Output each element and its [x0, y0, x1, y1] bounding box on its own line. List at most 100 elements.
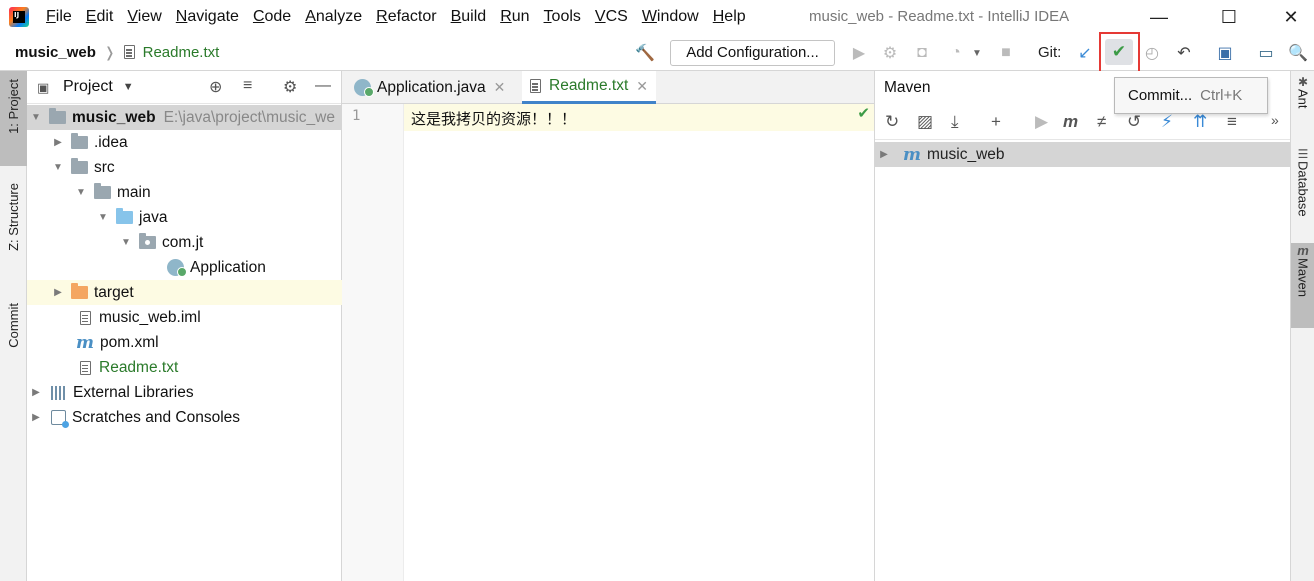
update-project-icon[interactable]: ↙ [1075, 41, 1095, 65]
run-dropdown-chevron-icon[interactable]: ▼ [970, 41, 984, 65]
checkmark-icon: ✔ [1111, 42, 1127, 61]
menu-file[interactable]: File [39, 0, 79, 34]
close-tab-icon[interactable]: ✕ [494, 79, 506, 96]
menu-help[interactable]: Help [706, 0, 753, 34]
code-line[interactable]: 这是我拷贝的资源！！！ [411, 108, 576, 129]
coverage-icon[interactable]: ◘ [912, 41, 932, 65]
project-panel-title[interactable]: Project [63, 78, 113, 96]
commit-tool-tab[interactable]: Commit [0, 303, 27, 378]
menu-vcs[interactable]: VCS [588, 0, 635, 34]
collapsed-arrow-icon: ▶ [54, 287, 62, 298]
menu-analyze[interactable]: Analyze [298, 0, 369, 34]
expanded-arrow-icon: ▼ [98, 212, 108, 223]
history-clock-icon[interactable]: ◴ [1142, 41, 1162, 65]
more-chevrons-icon[interactable]: » [1271, 112, 1279, 128]
tab-application-java[interactable]: Application.java ✕ [346, 71, 513, 104]
project-structure-icon[interactable]: ▣ [1214, 41, 1236, 65]
run-icon[interactable]: ▶ [850, 41, 868, 65]
tree-item-target[interactable]: ▶ target [27, 280, 342, 305]
tooltip-label: Commit... [1128, 87, 1193, 104]
menu-code[interactable]: Code [246, 0, 298, 34]
skip-tests-icon[interactable]: ↺ [1127, 112, 1141, 132]
menu-run[interactable]: Run [493, 0, 536, 34]
breadcrumb-project[interactable]: music_web [15, 44, 96, 61]
hide-panel-icon[interactable]: — [315, 77, 331, 95]
collapse-all-icon[interactable]: ≡ [243, 77, 252, 95]
tree-item-music-web[interactable]: ▼ music_web E:\java\project\music_we [27, 105, 342, 130]
show-dependencies-icon[interactable]: ⇈ [1193, 112, 1207, 132]
tree-item-application[interactable]: Application [27, 255, 342, 280]
close-window-button[interactable]: ✕ [1268, 0, 1314, 34]
tree-item-src[interactable]: ▼ src [27, 155, 342, 180]
breadcrumb-file[interactable]: Readme.txt [123, 44, 219, 61]
tree-item-external-libraries[interactable]: ▶ External Libraries [27, 380, 342, 405]
menu-tools[interactable]: Tools [537, 0, 588, 34]
scratches-icon [51, 410, 69, 428]
add-plus-icon[interactable]: + [991, 112, 1001, 132]
database-tool-tab-label: Database [1295, 161, 1311, 217]
collapsed-arrow-icon: ▶ [32, 387, 40, 398]
reload-icon[interactable]: ↻ [885, 112, 899, 132]
maven-m-icon: m [76, 332, 94, 353]
stop-icon[interactable]: ■ [996, 41, 1016, 65]
expanded-arrow-icon: ▼ [121, 237, 131, 248]
generate-sources-icon[interactable]: ▨ [917, 112, 933, 132]
commit-tool-tab-label: Commit [6, 303, 21, 348]
maven-panel: Maven ↻ ▨ ⤓ + ▶ m ≠ ↺ ⚡ ⇈ ≡ » ▶ m music_… [874, 71, 1291, 581]
menu-build[interactable]: Build [444, 0, 494, 34]
spring-class-icon [167, 259, 187, 277]
debug-icon[interactable]: ⚙ [880, 41, 900, 65]
maximize-button[interactable]: ☐ [1206, 0, 1252, 34]
tree-item-iml[interactable]: music_web.iml [27, 305, 342, 330]
project-view-chevron-down-icon[interactable]: ▼ [123, 81, 134, 93]
gear-icon[interactable]: ⚙ [283, 77, 297, 97]
tree-item-label: .idea [94, 133, 128, 151]
tree-item-scratches[interactable]: ▶ Scratches and Consoles [27, 405, 342, 430]
tree-item-pom[interactable]: m pom.xml [27, 330, 342, 355]
tree-item-com-jt[interactable]: ▼ com.jt [27, 230, 342, 255]
git-label: Git: [1038, 44, 1062, 61]
add-configuration-button[interactable]: Add Configuration... [670, 40, 835, 66]
search-icon[interactable]: 🔍 [1288, 41, 1308, 65]
menu-navigate[interactable]: Navigate [169, 0, 246, 34]
tree-item-label: java [139, 208, 168, 226]
build-hammer-icon[interactable]: 🔨 [634, 41, 656, 65]
lightning-icon[interactable]: ⚡ [1161, 112, 1173, 132]
tree-item-idea[interactable]: ▶ .idea [27, 130, 342, 155]
menu-edit[interactable]: Edit [79, 0, 121, 34]
profile-icon[interactable]: ◔ [946, 41, 966, 65]
menu-view[interactable]: View [120, 0, 168, 34]
module-path: E:\java\project\music_we [163, 108, 335, 126]
project-tool-tab[interactable]: 1: Project [0, 71, 27, 166]
menu-refactor[interactable]: Refactor [369, 0, 443, 34]
database-tool-tab[interactable]: ☰ Database [1291, 147, 1314, 237]
editor-area: Application.java ✕ Readme.txt ✕ 1 这是我拷贝的… [342, 71, 874, 581]
tree-item-label: com.jt [162, 233, 204, 251]
commit-button[interactable]: ✔ [1105, 39, 1133, 65]
ant-tool-tab[interactable]: ✱ Ant [1291, 75, 1314, 135]
execute-goal-m-icon[interactable]: m [1063, 112, 1078, 132]
libraries-icon [51, 385, 67, 400]
download-icon[interactable]: ⤓ [951, 112, 959, 132]
tab-readme-txt[interactable]: Readme.txt ✕ [522, 71, 656, 104]
terminal-icon[interactable]: ▭ [1256, 41, 1276, 65]
menu-window[interactable]: Window [635, 0, 706, 34]
database-icon: ☰ [1297, 147, 1309, 161]
maven-tool-tab[interactable]: m Maven [1291, 243, 1314, 328]
rollback-icon[interactable]: ↶ [1174, 41, 1194, 65]
maven-m-icon: m [1297, 243, 1309, 258]
spring-class-icon [354, 79, 374, 97]
locate-crosshair-icon[interactable]: ⊕ [209, 77, 222, 97]
maven-project-row[interactable]: ▶ m music_web [875, 142, 1291, 167]
toggle-offline-icon[interactable]: ≠ [1097, 112, 1106, 132]
tree-item-readme[interactable]: Readme.txt [27, 355, 342, 380]
collapse-icon[interactable]: ≡ [1227, 112, 1237, 132]
tree-item-java[interactable]: ▼ java [27, 205, 342, 230]
run-maven-icon[interactable]: ▶ [1035, 112, 1048, 132]
structure-tool-tab[interactable]: Z: Structure [0, 183, 27, 281]
close-tab-icon[interactable]: ✕ [636, 78, 648, 95]
expanded-arrow-icon: ▼ [76, 187, 86, 198]
tree-item-main[interactable]: ▼ main [27, 180, 342, 205]
collapsed-arrow-icon: ▶ [880, 149, 888, 160]
minimize-button[interactable]: — [1136, 0, 1182, 34]
